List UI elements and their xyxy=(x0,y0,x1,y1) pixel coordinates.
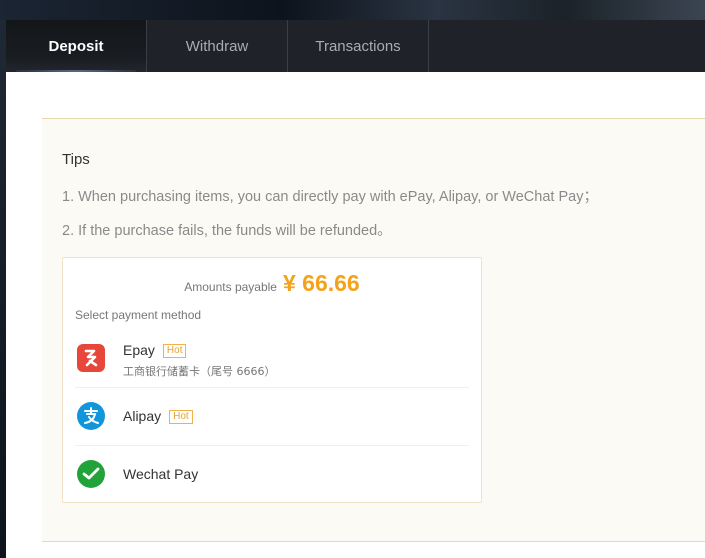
wechat-pay-icon xyxy=(77,460,105,488)
bank-card-info: 工商银行储蓄卡（尾号 6666） xyxy=(123,365,276,378)
payment-method-alipay[interactable]: Alipay Hot xyxy=(75,388,469,446)
tip-item: 1. When purchasing items, you can direct… xyxy=(62,189,598,205)
payment-method-epay[interactable]: Epay Hot 工商银行储蓄卡（尾号 6666） xyxy=(75,330,469,388)
tips-panel: Tips 1. When purchasing items, you can d… xyxy=(42,118,705,542)
main-content: Tips 1. When purchasing items, you can d… xyxy=(6,72,705,558)
tip-item: 2. If the purchase fails, the funds will… xyxy=(62,223,392,239)
epay-icon xyxy=(77,344,105,372)
alipay-icon xyxy=(77,402,105,430)
tab-transactions[interactable]: Transactions xyxy=(288,20,429,72)
amount-label: Amounts payable xyxy=(184,280,277,294)
tab-deposit[interactable]: Deposit xyxy=(6,20,147,72)
payment-box: Amounts payable ¥ 66.66 Select payment m… xyxy=(62,257,482,503)
amount-value: ¥ 66.66 xyxy=(282,270,360,296)
background-banner xyxy=(0,0,705,20)
payment-method-name: Epay Hot xyxy=(123,342,187,358)
hot-badge: Hot xyxy=(162,344,187,358)
hot-badge: Hot xyxy=(169,410,193,424)
tab-withdraw[interactable]: Withdraw xyxy=(147,20,288,72)
payment-method-name: Alipay Hot xyxy=(123,408,193,424)
tab-bar: Deposit Withdraw Transactions xyxy=(6,20,705,72)
tips-title: Tips xyxy=(62,151,90,168)
amount-row: Amounts payable ¥ 66.66 xyxy=(63,270,481,297)
payment-method-name: Wechat Pay xyxy=(123,466,199,482)
payment-method-wechat[interactable]: Wechat Pay xyxy=(75,446,469,504)
select-payment-label: Select payment method xyxy=(75,308,202,322)
